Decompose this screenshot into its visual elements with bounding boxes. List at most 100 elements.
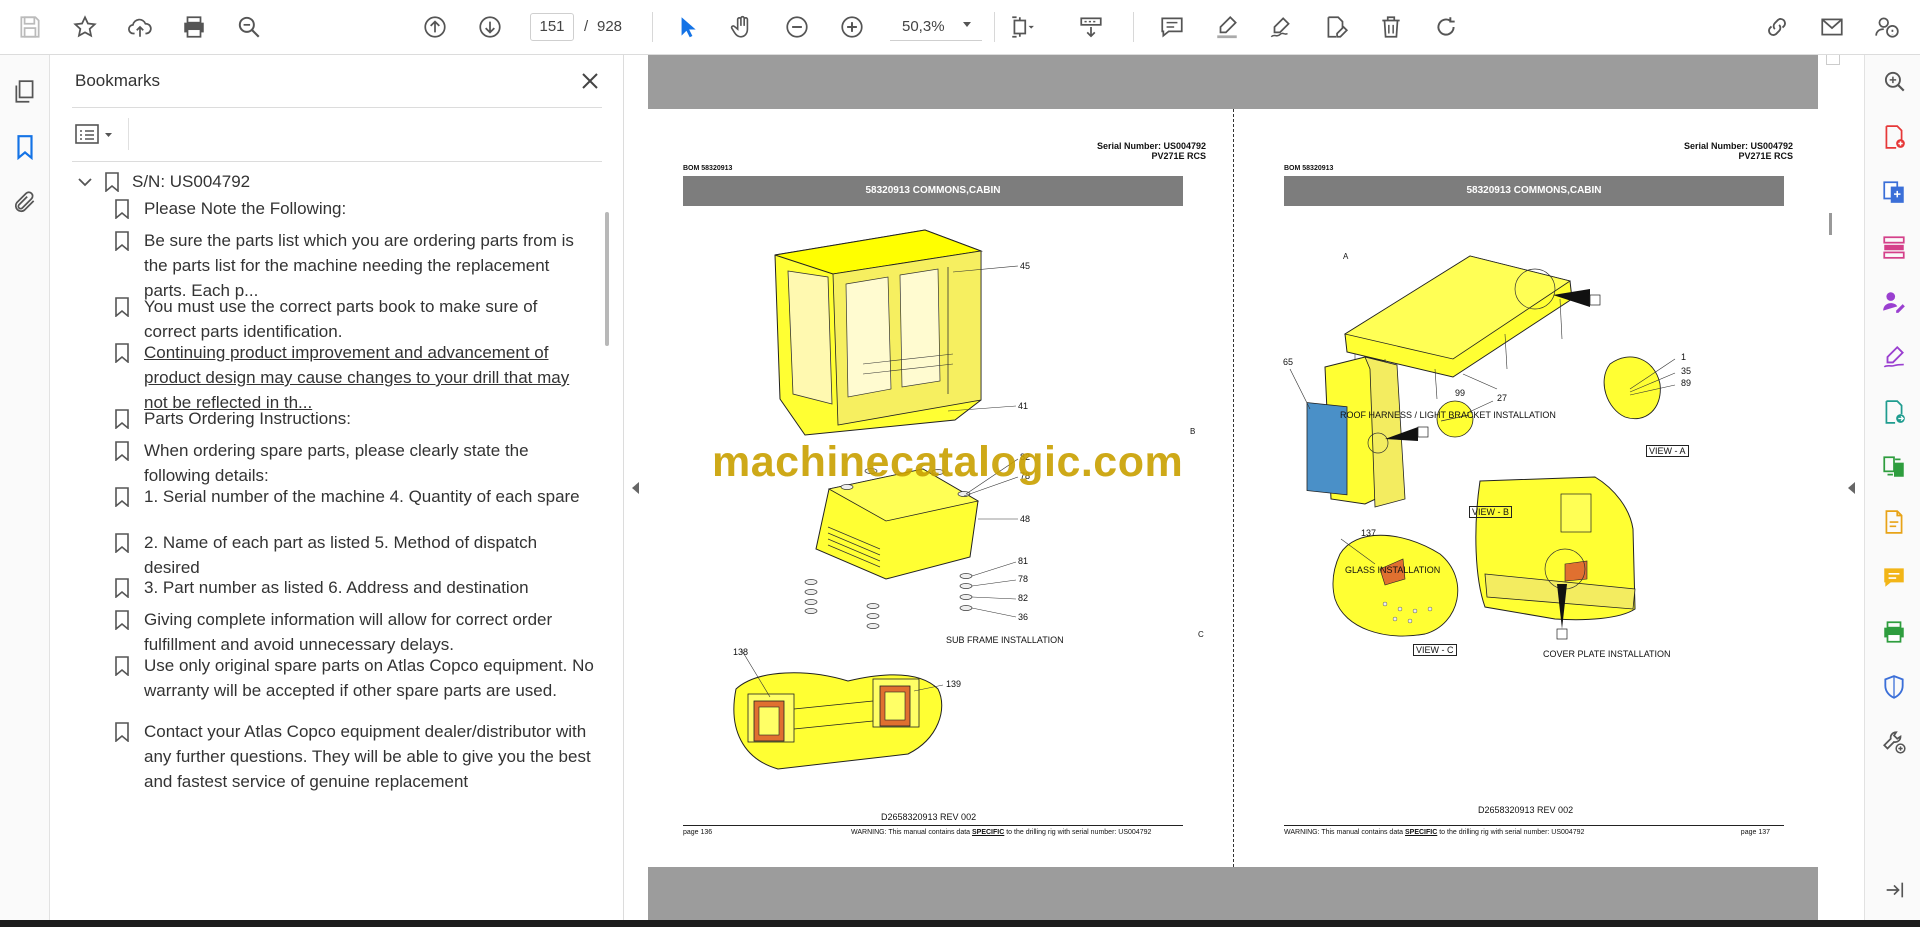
comment-tool-icon[interactable] [1879, 562, 1909, 592]
draw-signature-icon[interactable] [1264, 11, 1298, 43]
next-page-icon[interactable] [473, 11, 507, 43]
zoom-out-icon[interactable] [780, 11, 814, 43]
select-cursor-icon[interactable] [670, 11, 704, 43]
bookmark-root[interactable]: S/N: US004792 [72, 167, 250, 197]
send-for-signature-icon[interactable] [1879, 287, 1909, 317]
previous-page-icon[interactable] [418, 11, 452, 43]
bookmark-tree: S/N: US004792 Please Note the Following:… [72, 167, 602, 912]
combine-files-icon[interactable] [1879, 177, 1909, 207]
save-icon[interactable] [13, 11, 47, 43]
left-navigation-rail [0, 55, 50, 920]
collapse-panel-icon[interactable] [632, 482, 639, 494]
watermark: machinecatalogic.com [712, 438, 1184, 486]
bookmark-label: Continuing product improvement and advan… [144, 343, 570, 412]
page-gap [648, 55, 1818, 109]
print-production-icon[interactable] [1879, 617, 1909, 647]
footer-rule [683, 825, 1183, 826]
account-help-icon[interactable] [1870, 11, 1904, 43]
create-pdf-icon[interactable] [1879, 122, 1909, 152]
tools-rail [1864, 55, 1920, 920]
callout-label: 81 [1018, 556, 1029, 566]
page-label: page 137 [1740, 829, 1770, 836]
bookmarks-scrollbar[interactable] [605, 212, 609, 346]
fill-sign-icon[interactable] [1879, 342, 1909, 372]
warning-text: WARNING: This manual contains data SPECI… [851, 829, 1151, 836]
scrollbar-up[interactable] [1826, 55, 1840, 65]
bookmark-label: When ordering spare parts, please clearl… [144, 441, 529, 485]
email-icon[interactable] [1815, 11, 1849, 43]
organize-pages-icon[interactable] [1879, 232, 1909, 262]
callout-label: 137 [1361, 528, 1377, 538]
print-icon[interactable] [177, 11, 211, 43]
fit-page-icon[interactable] [1005, 11, 1039, 43]
highlight-pen-icon[interactable] [1210, 11, 1244, 43]
revision-label: D2658320913 REV 002 [1478, 805, 1574, 815]
callout-label: 1 [1681, 352, 1687, 362]
cloud-upload-icon[interactable] [123, 11, 157, 43]
edit-text-icon[interactable] [1319, 11, 1353, 43]
toolbar-divider [1133, 12, 1134, 42]
bookmark-icon [115, 343, 129, 363]
more-tools-icon[interactable] [1879, 727, 1909, 757]
export-pdf-icon[interactable] [1879, 397, 1909, 427]
bookmark-label: 3. Part number as listed 6. Address and … [144, 578, 529, 597]
chevron-down-icon[interactable] [963, 22, 971, 27]
zoom-search-icon[interactable] [232, 11, 266, 43]
pdf-page-left: Serial Number: US004792 PV271E RCS BOM 5… [648, 109, 1233, 867]
bookmark-label: Contact your Atlas Copco equipment deale… [144, 722, 591, 791]
callout-label: 35 [1681, 366, 1692, 376]
diagram-caption: ROOF HARNESS / LIGHT BRACKET INSTALLATIO… [1340, 410, 1556, 420]
hand-tool-icon[interactable] [725, 11, 759, 43]
total-pages: 928 [597, 18, 623, 35]
page-number-input[interactable]: 151 [530, 13, 574, 41]
diagram-caption: SUB FRAME INSTALLATION [946, 635, 1064, 645]
zoom-in-icon[interactable] [835, 11, 869, 43]
star-icon[interactable] [68, 11, 102, 43]
chevron-down-icon[interactable] [76, 173, 94, 191]
collapse-rail-icon[interactable] [1879, 875, 1909, 905]
bookmark-root-label: S/N: US004792 [132, 172, 251, 191]
expand-tools-icon[interactable] [1848, 482, 1855, 494]
compare-files-icon[interactable] [1879, 452, 1909, 482]
callout-label: 82 [1018, 593, 1029, 603]
footer-rule [1284, 825, 1784, 826]
bookmark-label: Giving complete information will allow f… [144, 610, 553, 654]
callout-label: 138 [733, 647, 749, 657]
diagram-caption: VIEW - C [1413, 644, 1457, 656]
bookmark-options-button[interactable] [74, 121, 118, 147]
warning-bold: SPECIFIC [972, 829, 1005, 836]
attachments-icon[interactable] [10, 187, 40, 217]
warning-suffix: to the drilling rig with serial number: … [1004, 829, 1152, 836]
protect-shield-icon[interactable] [1879, 672, 1909, 702]
bookmarks-icon[interactable] [10, 132, 40, 162]
delete-icon[interactable] [1374, 11, 1408, 43]
callout-label: 139 [946, 679, 962, 689]
scrollbar-thumb[interactable] [1829, 213, 1832, 235]
edit-pdf-icon[interactable] [1879, 507, 1909, 537]
bookmarks-panel: Bookmarks S/N: US004792 Please Note the … [50, 55, 624, 920]
share-link-icon[interactable] [1760, 11, 1794, 43]
callout-label: 41 [1018, 401, 1029, 411]
bookmark-label: Please Note the Following: [144, 199, 347, 218]
page-label: page 136 [683, 829, 713, 836]
page-gap [648, 867, 1818, 920]
callout-label: 89 [1681, 378, 1692, 388]
bookmark-icon [115, 722, 129, 742]
divider [72, 161, 602, 162]
bookmark-label: Be sure the parts list which you are ord… [144, 231, 574, 300]
page-thumbnails-icon[interactable] [10, 77, 40, 107]
zoom-level-select[interactable]: 50,3% [890, 13, 982, 41]
pdf-page-right: Serial Number: US004792 PV271E RCS BOM 5… [1190, 109, 1820, 867]
divider [128, 118, 129, 150]
warning-suffix: to the drilling rig with serial number: … [1437, 829, 1585, 836]
redo-icon[interactable] [1429, 11, 1463, 43]
bookmark-icon [115, 231, 129, 251]
close-icon[interactable] [578, 69, 602, 93]
scroll-mode-icon[interactable] [1074, 11, 1108, 43]
warning-text: WARNING: This manual contains data SPECI… [1284, 829, 1584, 836]
search-zoom-icon[interactable] [1879, 67, 1909, 97]
bookmark-label: Use only original spare parts on Atlas C… [144, 656, 594, 700]
bookmark-icon [115, 533, 129, 553]
comment-icon[interactable] [1155, 11, 1189, 43]
callout-label: 78 [1018, 574, 1029, 584]
